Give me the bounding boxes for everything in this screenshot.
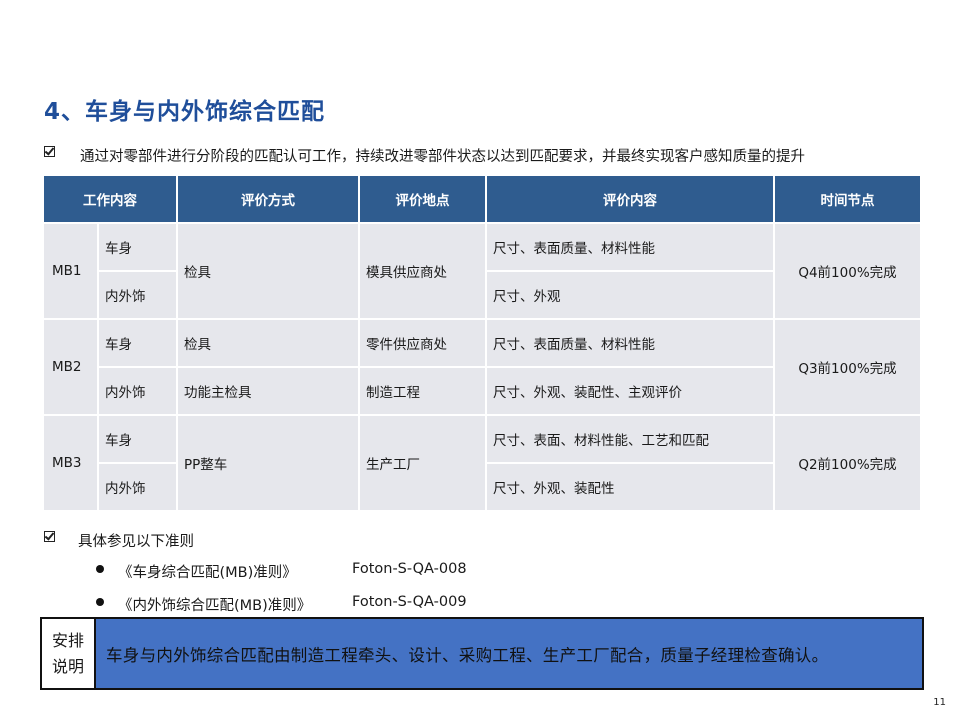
- place-cell: 制造工程: [360, 368, 485, 414]
- header-place: 评价地点: [360, 176, 485, 222]
- content-cell: 尺寸、表面、材料性能、工艺和匹配: [487, 416, 773, 462]
- place-cell: 零件供应商处: [360, 320, 485, 366]
- reference-code: Foton-S-QA-008: [352, 561, 467, 577]
- checkbox-icon: [44, 146, 55, 157]
- header-deadline: 时间节点: [775, 176, 920, 222]
- intro-text: 通过对零部件进行分阶段的匹配认可工作，持续改进零部件状态以达到匹配要求，并最终实…: [80, 149, 805, 165]
- page-title: 4、车身与内外饰综合匹配: [44, 99, 326, 125]
- content-cell: 尺寸、外观、装配性、主观评价: [487, 368, 773, 414]
- content-cell: 尺寸、外观、装配性: [487, 464, 773, 510]
- method-cell: 检具: [178, 224, 358, 318]
- deadline-cell: Q2前100%完成: [775, 416, 920, 510]
- reference-code: Foton-S-QA-009: [352, 594, 467, 610]
- method-cell: PP整车: [178, 416, 358, 510]
- bullet-icon: [96, 565, 104, 573]
- header-content: 评价内容: [487, 176, 773, 222]
- deadline-cell: Q4前100%完成: [775, 224, 920, 318]
- method-cell: 功能主检具: [178, 368, 358, 414]
- mb-stage: MB3: [44, 416, 97, 510]
- references-heading: 具体参见以下准则: [78, 534, 194, 550]
- content-cell: 尺寸、外观: [487, 272, 773, 318]
- part-cell: 车身: [99, 224, 176, 270]
- table-row: MB3 车身 PP整车 生产工厂 尺寸、表面、材料性能、工艺和匹配 Q2前100…: [44, 416, 920, 510]
- table-row: MB2 车身 检具 零件供应商处 尺寸、表面质量、材料性能 Q3前100%完成: [44, 320, 920, 414]
- bullet-icon: [96, 598, 104, 606]
- note-label-line: 安排: [51, 630, 84, 650]
- header-method: 评价方式: [178, 176, 358, 222]
- checkbox-icon: [44, 531, 55, 542]
- reference-name: 《车身综合匹配(MB)准则》: [118, 565, 297, 581]
- note-label: 安排 说明: [42, 619, 96, 688]
- table-header-row: 工作内容 评价方式 评价地点 评价内容 时间节点: [44, 176, 920, 222]
- part-cell: 内外饰: [99, 272, 176, 318]
- deadline-cell: Q3前100%完成: [775, 320, 920, 414]
- reference-name: 《内外饰综合匹配(MB)准则》: [118, 598, 312, 614]
- mb-stage: MB2: [44, 320, 97, 414]
- part-cell: 车身: [99, 416, 176, 462]
- content-cell: 尺寸、表面质量、材料性能: [487, 224, 773, 270]
- note-text: 车身与内外饰综合匹配由制造工程牵头、设计、采购工程、生产工厂配合，质量子经理检查…: [96, 619, 922, 688]
- header-work-content: 工作内容: [44, 176, 176, 222]
- note-label-line: 说明: [51, 656, 84, 676]
- method-cell: 检具: [178, 320, 358, 366]
- content-cell: 尺寸、表面质量、材料性能: [487, 320, 773, 366]
- part-cell: 内外饰: [99, 464, 176, 510]
- arrangement-note: 安排 说明 车身与内外饰综合匹配由制造工程牵头、设计、采购工程、生产工厂配合，质…: [40, 617, 924, 690]
- table-row: MB1 车身 检具 模具供应商处 尺寸、表面质量、材料性能 Q4前100%完成: [44, 224, 920, 318]
- place-cell: 生产工厂: [360, 416, 485, 510]
- page-number: 11: [933, 697, 946, 708]
- part-cell: 内外饰: [99, 368, 176, 414]
- part-cell: 车身: [99, 320, 176, 366]
- place-cell: 模具供应商处: [360, 224, 485, 318]
- evaluation-table: 工作内容 评价方式 评价地点 评价内容 时间节点 MB1 车身 检具 模具供应商…: [42, 174, 922, 512]
- mb-stage: MB1: [44, 224, 97, 318]
